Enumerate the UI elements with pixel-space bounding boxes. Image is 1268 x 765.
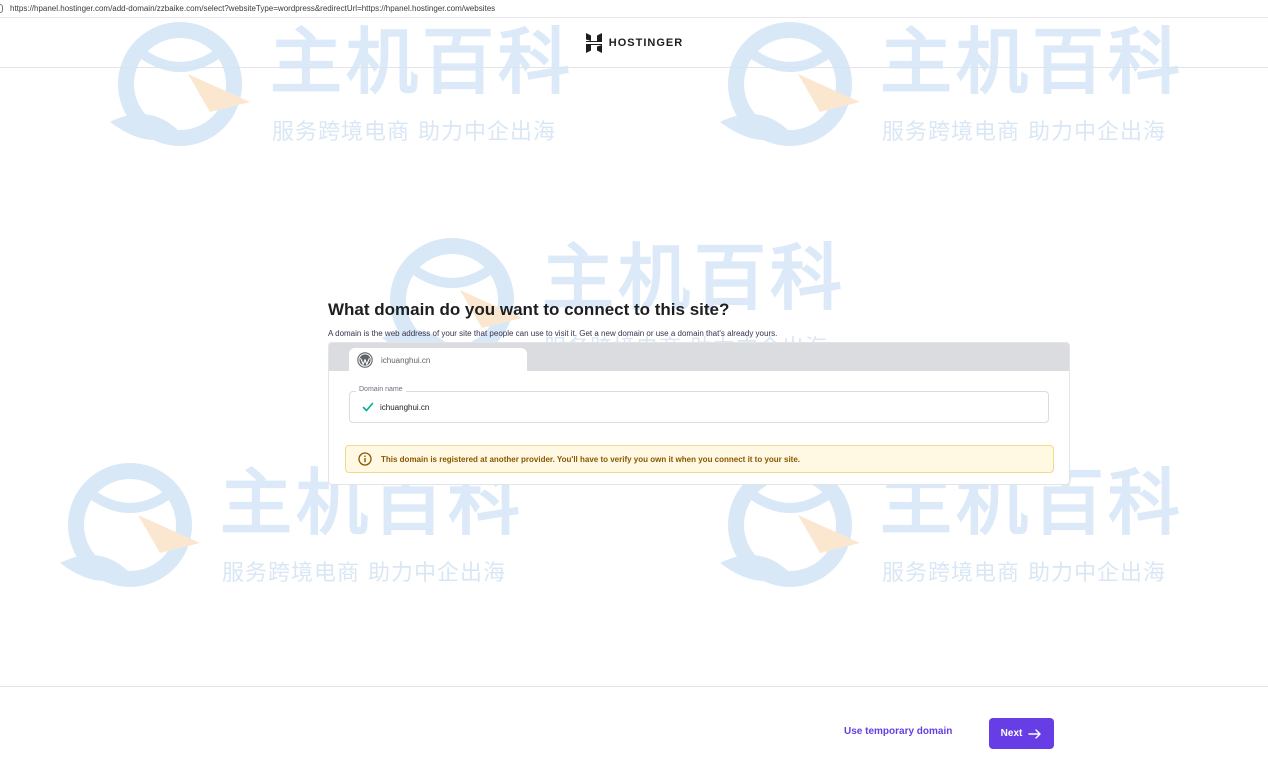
- use-temporary-domain-button[interactable]: Use temporary domain: [844, 726, 952, 737]
- next-button[interactable]: Next: [989, 718, 1054, 749]
- browser-url-bar[interactable]: https://hpanel.hostinger.com/add-domain/…: [0, 0, 1268, 18]
- check-icon: [362, 402, 374, 412]
- footer-actions: Use temporary domain Next: [0, 686, 1268, 765]
- watermark-subtitle: 服务跨境电商 助力中企出海: [222, 561, 506, 586]
- domain-card: ichuanghui.cn Domain name ichuanghui.cn …: [328, 342, 1070, 485]
- watermark-globe-icon: [60, 463, 200, 587]
- wordpress-icon: [357, 352, 373, 368]
- tab-label: ichuanghui.cn: [381, 355, 431, 365]
- domain-name-value[interactable]: ichuanghui.cn: [380, 403, 429, 412]
- browser-edge-icon: [0, 4, 3, 13]
- info-icon: [358, 452, 372, 466]
- brand-name: HOSTINGER: [608, 36, 684, 49]
- brand[interactable]: HOSTINGER: [585, 32, 684, 53]
- domain-name-label: Domain name: [356, 386, 406, 393]
- watermark-subtitle: 服务跨境电商 助力中企出海: [272, 120, 556, 145]
- arrow-right-icon: [1028, 728, 1042, 739]
- watermark-subtitle: 服务跨境电商 助力中企出海: [882, 120, 1166, 145]
- connect-domain-section: What domain do you want to connect to th…: [328, 300, 1070, 485]
- domain-name-field[interactable]: Domain name ichuanghui.cn: [349, 386, 1049, 423]
- top-header: HOSTINGER: [0, 18, 1268, 68]
- browser-url-text[interactable]: https://hpanel.hostinger.com/add-domain/…: [10, 4, 495, 13]
- provider-warning-alert: This domain is registered at another pro…: [345, 445, 1054, 473]
- hostinger-logo-icon: [585, 32, 602, 53]
- tab-site-domain[interactable]: ichuanghui.cn: [349, 348, 527, 372]
- watermark-subtitle: 服务跨境电商 助力中企出海: [882, 561, 1166, 586]
- page-title: What domain do you want to connect to th…: [328, 300, 730, 319]
- page-description: A domain is the web address of your site…: [328, 329, 778, 338]
- next-button-label: Next: [1000, 728, 1023, 739]
- alert-text: This domain is registered at another pro…: [381, 454, 801, 464]
